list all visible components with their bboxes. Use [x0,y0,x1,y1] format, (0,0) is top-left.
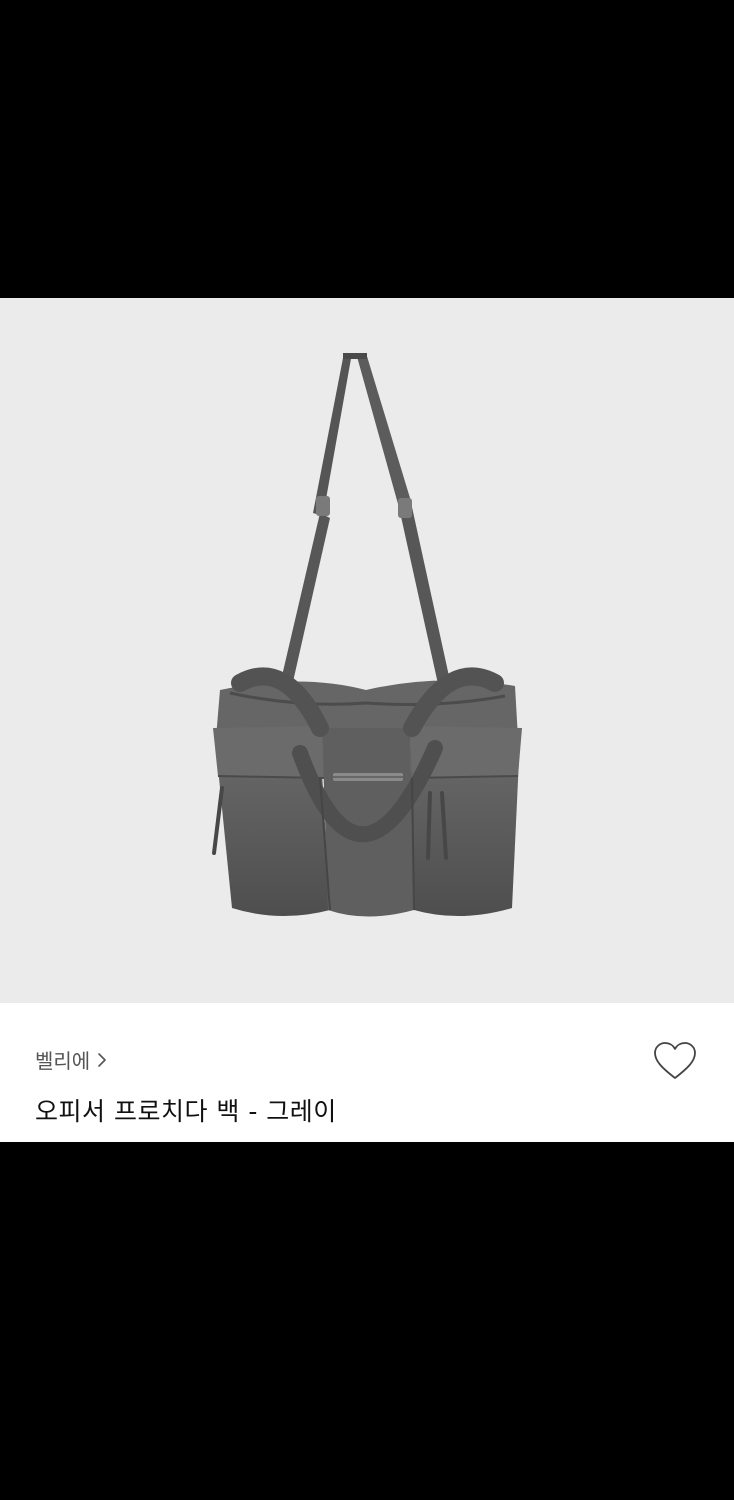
product-detail-screen: 벨리에 오피서 프로치다 백 - 그레이 [0,0,734,1500]
heart-outline-icon [654,1042,696,1079]
chevron-right-icon [98,1052,107,1067]
letterbox-top [0,0,734,298]
brand-name: 벨리에 [35,1049,91,1073]
brand-link[interactable]: 벨리에 [35,1045,108,1074]
letterbox-bottom [0,1142,734,1500]
like-button[interactable] [652,1040,698,1082]
product-info-panel: 벨리에 오피서 프로치다 백 - 그레이 [0,1003,734,1142]
product-image[interactable] [0,298,734,1003]
product-title: 오피서 프로치다 백 - 그레이 [35,1097,337,1126]
bag-illustration [212,353,522,917]
